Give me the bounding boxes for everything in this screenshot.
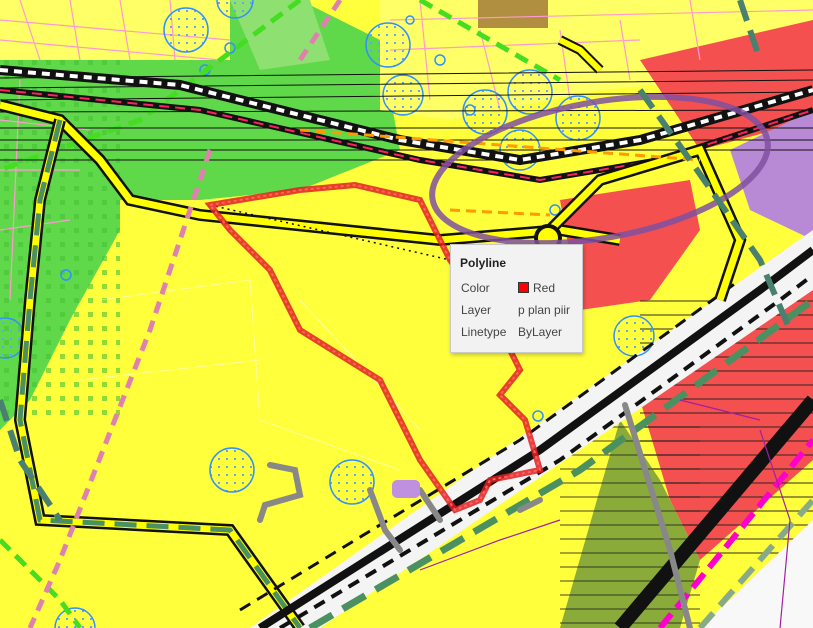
tooltip-label-linetype: Linetype [461,325,507,339]
tooltip-row-linetype: Linetype ByLayer [461,325,579,341]
tooltip-row-color: Color Red [461,281,579,297]
tooltip-value-color: Red [518,281,555,295]
tooltip-value-layer: p plan piir [518,303,571,317]
cad-viewport[interactable]: Polyline Color Red Layer p plan piir Lin… [0,0,813,628]
tooltip-row-layer: Layer p plan piir [461,303,579,319]
color-swatch-icon [518,282,529,293]
tooltip-title: Polyline [460,256,507,270]
tooltip-label-layer: Layer [461,303,492,317]
tooltip-label-color: Color [461,281,490,295]
map-drawing[interactable] [0,0,813,628]
tooltip-value-linetype: ByLayer [518,325,563,339]
polyline-tooltip: Polyline Color Red Layer p plan piir Lin… [450,244,583,353]
small-building [392,480,420,498]
